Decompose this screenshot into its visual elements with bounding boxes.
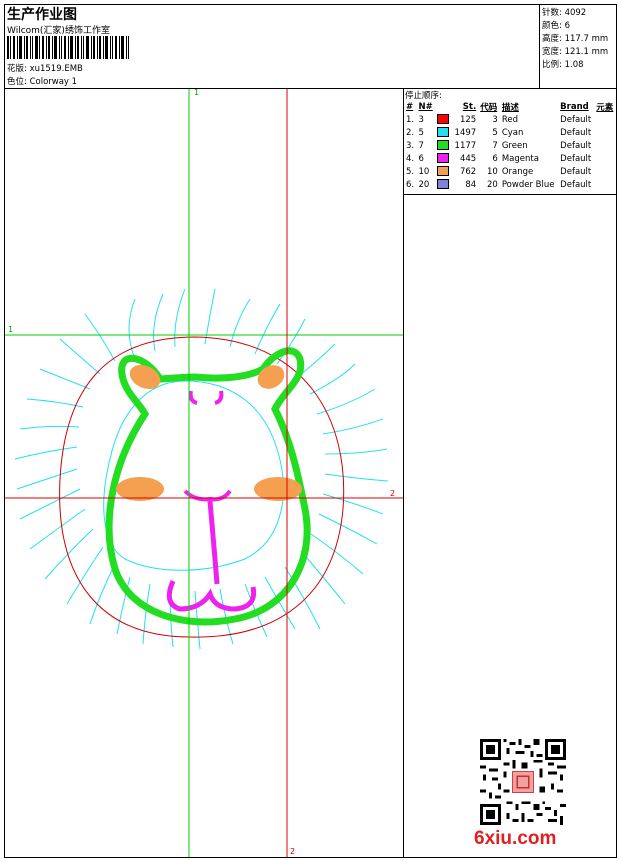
cell-code: 3	[492, 114, 498, 125]
cell-n: 20	[418, 179, 430, 190]
cell-n: 6	[418, 153, 424, 164]
palette-row: 2. 5 1497 5 Cyan Default	[404, 126, 616, 139]
right-eye	[214, 390, 224, 405]
colorway-value: Colorway 1	[29, 77, 78, 87]
col-header-stitches: St.	[462, 102, 477, 112]
col-header-num: #	[406, 102, 414, 112]
red-axis-label-right: 2	[390, 489, 396, 498]
green-axis-label-top: 1	[194, 88, 200, 97]
stop-sequence-title: 停止顺序:	[405, 91, 442, 101]
cell-stitches: 1497	[454, 127, 477, 138]
cell-brand: Default	[560, 127, 592, 138]
cell-desc: Powder Blue	[501, 179, 555, 190]
qr-code	[480, 739, 566, 825]
green-axis-label-left: 1	[8, 325, 14, 334]
page-title: 生产作业图	[7, 7, 77, 23]
cell-code: 5	[492, 127, 498, 138]
colorway-line: 色位: Colorway 1	[7, 75, 77, 87]
spec-colors: 颜色: 6	[542, 21, 570, 31]
col-header-code: 代码	[480, 103, 498, 113]
cell-desc: Magenta	[501, 153, 539, 164]
cell-brand: Default	[560, 153, 592, 164]
design-canvas	[5, 89, 403, 857]
palette-row: 3. 7 1177 7 Green Default	[404, 139, 616, 152]
cell-desc: Green	[501, 140, 528, 151]
cell-brand: Default	[560, 179, 592, 190]
cell-desc: Cyan	[501, 127, 524, 138]
cell-desc: Red	[501, 114, 518, 125]
palette-divider	[404, 194, 617, 195]
color-sequence-table: # N# St. 代码 描述 Brand 元素 1. 3 125 3 Red Defaul…	[404, 101, 616, 191]
spec-scale: 比例: 1.08	[542, 60, 584, 70]
design-file-line: 花版: xu1519.EMB	[7, 62, 83, 74]
color-swatch-cell	[435, 178, 451, 191]
cell-n: 3	[418, 114, 424, 125]
palette-row: 4. 6 445 6 Magenta Default	[404, 152, 616, 165]
right-ear	[257, 365, 285, 389]
color-swatch-cell	[435, 113, 451, 126]
cell-desc: Orange	[501, 166, 534, 177]
cell-n: 5	[418, 127, 424, 138]
color-swatch-cell	[435, 126, 451, 139]
cyan-face	[103, 380, 284, 571]
cell-num: 6.	[406, 179, 415, 190]
cell-n: 10	[418, 166, 430, 177]
cell-code: 7	[492, 140, 498, 151]
spec-width: 宽度: 121.1 mm	[542, 47, 609, 57]
barcode	[7, 36, 129, 59]
color-swatch-cell	[435, 152, 451, 165]
palette-row: 6. 20 84 20 Powder Blue Default	[404, 178, 616, 191]
color-swatch-cell	[435, 165, 451, 178]
right-cheek	[254, 477, 302, 501]
red-axis-label-bottom: 2	[290, 847, 296, 856]
colorway-label: 色位:	[7, 77, 27, 87]
col-header-element: 元素	[596, 103, 614, 113]
color-swatch	[437, 114, 450, 125]
cell-num: 1.	[406, 114, 415, 125]
cell-brand: Default	[560, 114, 592, 125]
spec-height: 高度: 117.7 mm	[542, 34, 609, 44]
feet	[166, 580, 257, 612]
col-header-n: N#	[418, 102, 433, 112]
color-swatch	[437, 153, 450, 164]
company-name: Wilcom(汇家)绣饰工作室	[7, 26, 110, 36]
left-cheek	[116, 477, 164, 501]
design-label: 花版:	[7, 64, 27, 74]
spec-divider	[539, 4, 540, 88]
cell-brand: Default	[560, 140, 592, 151]
canvas-divider	[403, 88, 404, 858]
color-swatch	[437, 166, 450, 177]
col-header-brand: Brand	[560, 102, 589, 112]
watermark-logo: 6xiu.com	[474, 828, 557, 849]
cell-n: 7	[418, 140, 424, 151]
table-header-row: # N# St. 代码 描述 Brand 元素	[404, 101, 616, 113]
spec-stitches: 针数: 4092	[542, 8, 587, 18]
cell-brand: Default	[560, 166, 592, 177]
cell-stitches: 1177	[454, 140, 477, 151]
cell-num: 3.	[406, 140, 415, 151]
cell-num: 2.	[406, 127, 415, 138]
palette-row: 5. 10 762 10 Orange Default	[404, 165, 616, 178]
color-swatch	[437, 179, 450, 190]
cell-code: 6	[492, 153, 498, 164]
nose-line	[207, 500, 220, 585]
cell-stitches: 125	[459, 114, 477, 125]
cell-stitches: 445	[459, 153, 477, 164]
cell-num: 5.	[406, 166, 415, 177]
design-file: xu1519.EMB	[29, 64, 83, 74]
cell-num: 4.	[406, 153, 415, 164]
cyan-strands	[14, 288, 389, 650]
palette-row: 1. 3 125 3 Red Default	[404, 113, 616, 126]
cell-stitches: 762	[459, 166, 477, 177]
col-header-desc: 描述	[501, 103, 519, 113]
color-swatch	[437, 140, 450, 151]
cell-code: 10	[487, 166, 498, 177]
cell-code: 20	[487, 179, 498, 190]
color-swatch-cell	[435, 139, 451, 152]
cell-stitches: 84	[465, 179, 477, 190]
color-swatch	[437, 127, 450, 138]
left-eye	[188, 390, 198, 405]
